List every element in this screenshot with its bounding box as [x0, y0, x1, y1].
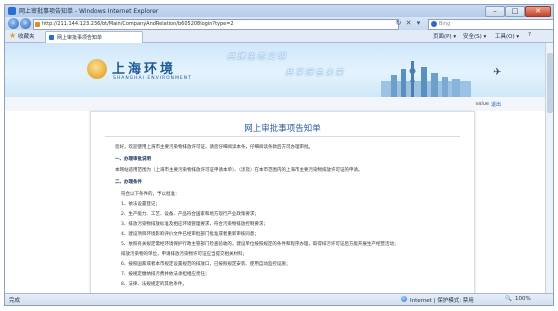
logout-link[interactable]: 退出	[491, 101, 501, 108]
search-engine-label: Bing	[439, 21, 451, 27]
slogan-line-1: 共建生态文明	[227, 52, 287, 61]
notice-heading: 二、办理条件	[115, 180, 142, 185]
slogan-line-2: 共享绿色未来	[285, 68, 345, 77]
bing-icon	[431, 21, 437, 27]
notice-title: 网上审批事项告知单	[244, 124, 321, 134]
back-icon[interactable]: ‹	[8, 18, 19, 29]
user-name: value	[475, 101, 489, 107]
notice-line: 8、法律、法规规定的其他条件。	[121, 282, 187, 287]
address-row: ‹ › http://211.144.123.236/bt/Main/Compa…	[5, 17, 553, 30]
site-banner: 上海环境 SHANGHAI ENVIRONMENT 共建生态文明 共享绿色未来 …	[5, 43, 545, 97]
notice-line: 2、生产能力、工艺、设备、产品符合国家和地方现行产业政策要求；	[121, 212, 259, 217]
internet-zone-icon	[401, 296, 407, 302]
search-input[interactable]: Bing	[428, 19, 553, 30]
address-dropdown-icon[interactable]: ▾	[414, 19, 423, 28]
notice-card: 网上审批事项告知单 您好，欢迎使用上海市主要污染物排放许可证，请您仔细阅读本条，…	[90, 111, 475, 293]
address-bar[interactable]: http://211.144.123.236/bt/Main/CompanyAn…	[33, 19, 399, 30]
notice-line: 符合以下条件的，予以批准：	[121, 192, 180, 197]
vertical-scrollbar[interactable]	[545, 43, 553, 293]
divider	[105, 136, 460, 137]
help-menu[interactable]: ?	[528, 32, 531, 38]
status-bar: 完成 Internet | 保护模式: 禁用 🔍 100%	[5, 293, 553, 305]
title-bar: 网上审批事项告知单 - Windows Internet Explorer – …	[5, 5, 553, 17]
notice-line: 7、按规定缴纳排污费并依法承担相应责任；	[121, 272, 210, 277]
maximize-button[interactable]: □	[505, 6, 525, 17]
zoom-level[interactable]: 100%	[515, 296, 531, 302]
favorites-star-icon[interactable]: ★	[9, 31, 16, 41]
minimize-button[interactable]: –	[485, 6, 505, 17]
forward-icon[interactable]: ›	[20, 18, 31, 29]
favorites-button[interactable]: 收藏夹	[18, 32, 35, 40]
notice-line: 排放污染物的单位，申请排放污染物许可证应当提交相关材料；	[121, 252, 247, 257]
logo-title: 上海环境	[112, 62, 177, 77]
tab-label: 网上审批事项告知单	[57, 35, 103, 41]
notice-line: 6、按照国家或者本市规定设置规范的排放口，已按照规定安装、使用自动监控设施；	[121, 262, 291, 267]
security-zone[interactable]: Internet | 保护模式: 禁用	[410, 296, 474, 304]
address-url: http://211.144.123.236/bt/Main/CompanyAn…	[42, 21, 234, 27]
page-menu[interactable]: 页面(P) ▾	[433, 32, 456, 40]
command-bar: ★ 收藏夹 网上审批事项告知单 页面(P) ▾ 安全(S) ▾ 工具(O) ▾ …	[5, 30, 553, 43]
notice-line: 您好，欢迎使用上海市主要污染物排放许可证，请您仔细阅读本条，仔细阅读条款后方可办…	[115, 145, 313, 150]
page-favicon-icon	[35, 22, 40, 27]
scrollbar-thumb[interactable]	[547, 53, 553, 113]
status-text: 完成	[9, 298, 21, 304]
city-skyline-icon	[381, 61, 471, 97]
stop-icon[interactable]: ✕	[404, 19, 413, 28]
user-bar: value 退出	[5, 97, 545, 111]
safety-menu[interactable]: 安全(S) ▾	[463, 32, 486, 40]
refresh-icon[interactable]: ↻	[394, 19, 403, 28]
notice-line: 4、建设项目环境影响评价文件已经审批部门批准或者重新审核同意；	[121, 232, 259, 237]
notice-line: 5、依照有关规定需经环境保护行政主管部门检查验收的，建设单位按照规定的条件和程序…	[121, 242, 399, 247]
notice-line: 1、依法设置登记；	[121, 202, 160, 207]
shanghai-env-logo-icon	[87, 59, 107, 79]
page-viewport: 上海环境 SHANGHAI ENVIRONMENT 共建生态文明 共享绿色未来 …	[5, 43, 545, 293]
tools-menu[interactable]: 工具(O) ▾	[495, 32, 519, 40]
notice-line: 本网站适用范围为（上海市主要污染物排放许可证申请本单）、（涉及）在本市范围内的上…	[115, 168, 363, 173]
tab-notice[interactable]: 网上审批事项告知单	[45, 31, 143, 43]
window-title: 网上审批事项告知单 - Windows Internet Explorer	[19, 8, 159, 15]
notice-heading: 一、办理审批说明	[115, 157, 151, 162]
notice-line: 3、排放污染物排放标准及相应环境管理要求，符合污染物排放控制要求；	[121, 222, 268, 227]
tab-favicon-icon	[49, 35, 54, 40]
zoom-icon[interactable]: 🔍	[505, 296, 512, 302]
browser-window: 网上审批事项告知单 - Windows Internet Explorer – …	[4, 4, 554, 306]
ie-icon	[8, 7, 16, 15]
logo-subtitle: SHANGHAI ENVIRONMENT	[113, 76, 192, 81]
close-button[interactable]: ✕	[525, 6, 551, 17]
seagull-icon: ✈	[493, 67, 502, 78]
